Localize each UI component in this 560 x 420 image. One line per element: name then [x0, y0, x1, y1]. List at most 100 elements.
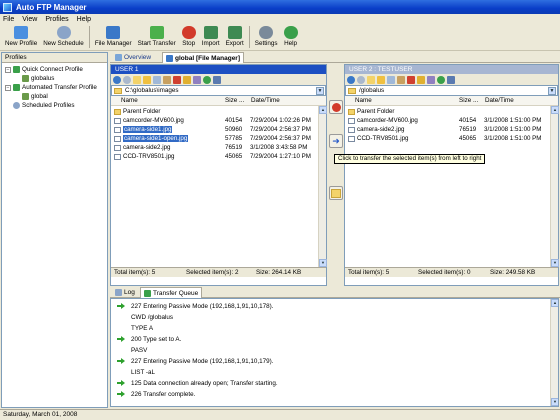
log-tabs: Log Transfer Queue: [110, 287, 560, 298]
paste-icon[interactable]: [397, 75, 405, 84]
log-line: 125 Data connection already open; Transf…: [111, 378, 278, 388]
export-button[interactable]: Export: [223, 25, 247, 47]
scroll-up-icon[interactable]: ▲: [319, 106, 327, 114]
file-manager-button[interactable]: File Manager: [92, 25, 135, 47]
paste-icon[interactable]: [163, 75, 171, 84]
window-title: Auto FTP Manager: [16, 2, 87, 12]
tree-item-scheduled-profiles[interactable]: Scheduled Profiles: [13, 102, 75, 109]
left-path-field[interactable]: C:\globalus\images ▼: [111, 85, 326, 96]
log-icon: [115, 289, 122, 296]
back-icon[interactable]: [347, 75, 355, 84]
list-item[interactable]: camcorder-MV600.jpg 40154 3/1/2008 1:51:…: [345, 117, 550, 126]
log-scrollbar[interactable]: ▲ ▼: [550, 299, 558, 406]
menu-view[interactable]: View: [22, 16, 37, 23]
menu-help[interactable]: Help: [77, 16, 91, 23]
scroll-down-icon[interactable]: ▼: [319, 259, 327, 267]
column-size[interactable]: Size ...: [225, 97, 244, 104]
scroll-down-icon[interactable]: ▼: [551, 259, 559, 267]
list-item[interactable]: camera-side1-open.jpg 57785 7/29/2004 2:…: [111, 135, 316, 144]
right-pane-header: USER 2 : TESTUSER: [345, 65, 558, 74]
folder-icon: [114, 87, 122, 94]
list-item[interactable]: camera-side2.jpg 76519 3/1/2008 3:43:58 …: [111, 144, 316, 153]
up-folder-icon[interactable]: [367, 75, 375, 84]
help-button[interactable]: Help: [281, 25, 301, 47]
start-transfer-button[interactable]: Start Transfer: [135, 25, 179, 47]
settings-button[interactable]: Settings: [252, 25, 281, 47]
scroll-up-icon[interactable]: ▲: [551, 299, 558, 307]
arrow-right-icon: [117, 336, 125, 342]
new-folder-icon[interactable]: [143, 75, 151, 84]
image-file-icon: [114, 145, 121, 151]
rename-icon[interactable]: [417, 75, 425, 84]
refresh-icon[interactable]: [203, 75, 211, 84]
column-date[interactable]: Date/Time: [485, 97, 514, 104]
log-line: LIST -aL: [131, 368, 156, 376]
left-scrollbar[interactable]: ▲ ▼: [318, 106, 327, 267]
scroll-down-icon[interactable]: ▼: [551, 398, 558, 406]
collapse-icon[interactable]: −: [5, 66, 11, 73]
copy-icon[interactable]: [153, 75, 161, 84]
list-item[interactable]: CCD-TRV8501.jpg 45065 3/1/2008 1:51:00 P…: [345, 135, 550, 144]
column-date[interactable]: Date/Time: [251, 97, 280, 104]
right-list-header: Name Size ... Date/Time: [345, 96, 558, 106]
list-item[interactable]: CCD-TRV8501.jpg 45065 7/29/2004 1:27:10 …: [111, 153, 316, 162]
log-line: PASV: [131, 346, 148, 354]
new-schedule-button[interactable]: New Schedule: [40, 25, 87, 47]
chevron-down-icon[interactable]: ▼: [316, 87, 324, 95]
import-button[interactable]: Import: [199, 25, 223, 47]
left-list-header: Name Size ... Date/Time: [111, 96, 326, 106]
chevron-down-icon[interactable]: ▼: [548, 87, 556, 95]
transfer-right-button[interactable]: ➜: [329, 134, 343, 148]
left-status-bar: Total item(s): 5 Selected item(s): 2 Siz…: [111, 267, 326, 277]
up-folder-icon[interactable]: [133, 75, 141, 84]
image-file-icon: [348, 127, 355, 133]
stop-button[interactable]: Stop: [179, 25, 199, 47]
log-line: 227 Entering Passive Mode (192,168,1,91,…: [111, 301, 273, 311]
new-profile-button[interactable]: New Profile: [2, 25, 40, 47]
tab-transfer-queue[interactable]: Transfer Queue: [140, 287, 203, 298]
column-name[interactable]: Name: [121, 97, 138, 104]
new-folder-icon[interactable]: [377, 75, 385, 84]
tab-file-manager[interactable]: global [File Manager]: [162, 52, 245, 63]
view-icon[interactable]: [447, 75, 455, 84]
right-path-field[interactable]: /globalus ▼: [345, 85, 558, 96]
right-scrollbar[interactable]: ▲ ▼: [550, 106, 559, 267]
rename-icon[interactable]: [183, 75, 191, 84]
tree-item-globalus[interactable]: globalus: [22, 75, 54, 82]
properties-icon[interactable]: [193, 75, 201, 84]
delete-icon[interactable]: [173, 75, 181, 84]
column-size[interactable]: Size ...: [459, 97, 478, 104]
view-icon[interactable]: [213, 75, 221, 84]
arrow-right-icon: [117, 358, 125, 364]
import-icon: [203, 26, 218, 39]
properties-icon[interactable]: [427, 75, 435, 84]
scroll-up-icon[interactable]: ▲: [551, 106, 559, 114]
refresh-icon[interactable]: [437, 75, 445, 84]
new-schedule-icon: [56, 26, 71, 39]
menu-file[interactable]: File: [3, 16, 14, 23]
column-name[interactable]: Name: [355, 97, 372, 104]
tree-item-automated-transfer[interactable]: − Automated Transfer Profile: [5, 84, 97, 91]
forward-icon[interactable]: [357, 75, 365, 84]
list-item[interactable]: camera-side2.jpg 76519 3/1/2008 1:51:00 …: [345, 126, 550, 135]
settings-icon: [259, 26, 274, 39]
delete-icon[interactable]: [407, 75, 415, 84]
profile-icon: [22, 93, 29, 100]
list-item[interactable]: camera-side1.jpg 50960 7/29/2004 2:56:37…: [111, 126, 316, 135]
forward-icon[interactable]: [123, 75, 131, 84]
tree-item-quick-connect[interactable]: − Quick Connect Profile: [5, 66, 83, 73]
menu-profiles[interactable]: Profiles: [45, 16, 68, 23]
tab-log[interactable]: Log: [112, 287, 138, 298]
list-item[interactable]: camcorder-MV600.jpg 40154 7/29/2004 1:02…: [111, 117, 316, 126]
collapse-icon[interactable]: −: [5, 84, 11, 91]
copy-icon[interactable]: [387, 75, 395, 84]
main-tabs: Overview global [File Manager]: [110, 52, 560, 63]
profile-icon: [22, 75, 29, 82]
tree-item-global[interactable]: global: [22, 93, 48, 100]
cancel-transfer-button[interactable]: [329, 100, 343, 114]
sync-button[interactable]: [329, 186, 343, 200]
back-icon[interactable]: [113, 75, 121, 84]
list-item[interactable]: Parent Folder: [111, 108, 316, 117]
list-item[interactable]: Parent Folder: [345, 108, 550, 117]
tab-overview[interactable]: Overview: [112, 52, 154, 63]
